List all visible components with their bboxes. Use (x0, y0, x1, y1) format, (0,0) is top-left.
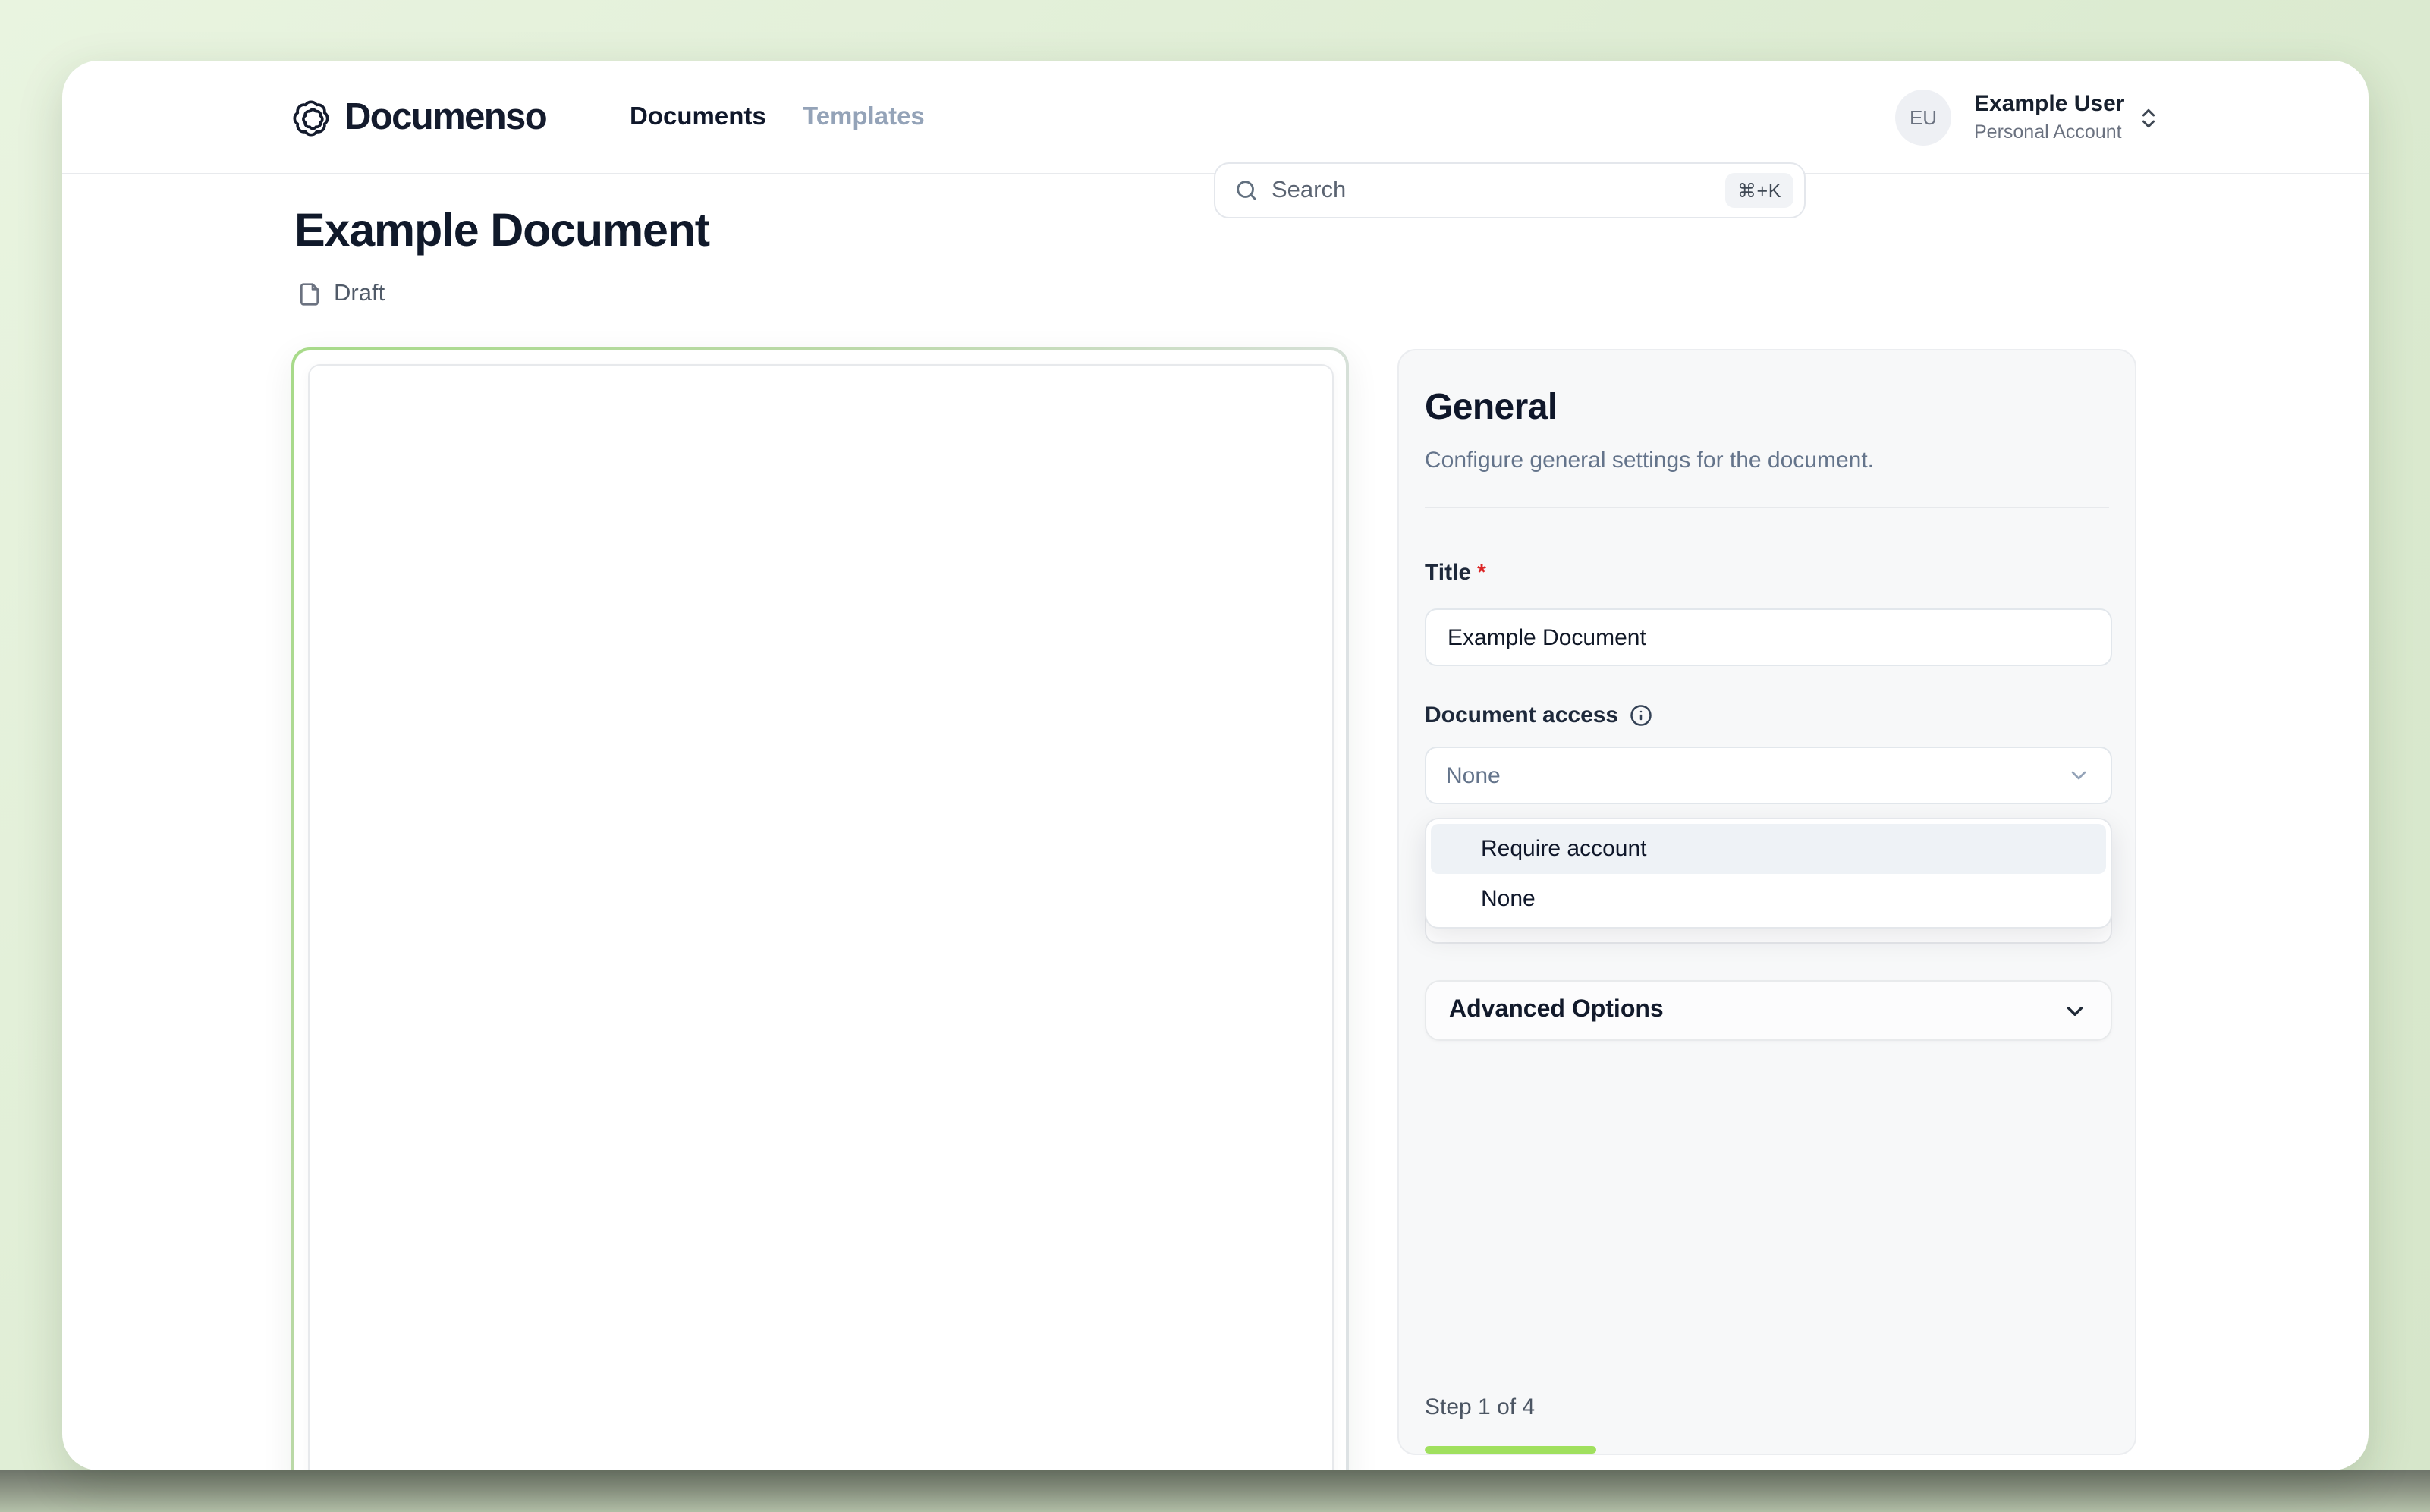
search-icon (1237, 181, 1256, 200)
chevron-down-icon (2071, 771, 2086, 780)
dropdown-option-none[interactable]: None (1431, 874, 2106, 924)
desktop-backdrop: Documenso Documents Templates ⌘+K EU (0, 0, 2430, 1512)
header: Documenso Documents Templates ⌘+K EU (62, 61, 2369, 218)
advanced-options-toggle[interactable]: Advanced Options (1425, 980, 2112, 1041)
stepper-progress-fill (1425, 1446, 1597, 1453)
dropdown-option-require-account[interactable]: Require account (1431, 824, 2106, 874)
divider (1425, 507, 2109, 508)
brand-name: Documenso (344, 96, 548, 137)
nav-item-label: Documents (630, 103, 766, 130)
advanced-options-label: Advanced Options (1449, 997, 1664, 1023)
document-access-dropdown: Require account None (1425, 818, 2112, 929)
nav-item-label: Templates (803, 103, 925, 130)
search-input[interactable] (1259, 177, 1725, 204)
title-field-label: Title * (1425, 560, 1486, 586)
nav-item-templates[interactable]: Templates (803, 61, 925, 174)
required-asterisk: * (1477, 560, 1486, 586)
stepper-progress-track (1425, 1446, 2112, 1453)
select-value: None (1446, 762, 1501, 788)
window-bottom-shadow (0, 1470, 2430, 1512)
search-shortcut-badge: ⌘+K (1724, 173, 1793, 208)
settings-panel: General Configure general settings for t… (1397, 349, 2136, 1455)
stepper-label: Step 1 of 4 (1425, 1394, 1536, 1420)
document-preview-inner (294, 350, 1346, 1470)
page-title: Example Document (294, 205, 710, 256)
chevrons-up-down-icon (2142, 108, 2155, 127)
info-icon[interactable] (1629, 704, 1652, 727)
document-preview-card (291, 347, 1349, 1470)
document-status: Draft (297, 281, 385, 308)
document-page (308, 364, 1334, 1470)
title-input[interactable] (1425, 608, 2112, 666)
app-window: Documenso Documents Templates ⌘+K EU (62, 61, 2369, 1470)
document-access-select[interactable]: None (1425, 747, 2112, 804)
search-bar[interactable]: ⌘+K (1214, 162, 1806, 218)
user-account-type: Personal Account (1974, 121, 2122, 143)
panel-title: General (1425, 387, 1558, 428)
user-menu[interactable]: EU Example User Personal Account (1895, 90, 2161, 146)
user-meta: Example User Personal Account (1974, 91, 2124, 145)
document-access-label: Document access (1425, 703, 1652, 728)
user-name: Example User (1974, 90, 2125, 117)
status-badge: Draft (334, 281, 385, 306)
brand-logo[interactable]: Documenso (291, 61, 548, 174)
avatar: EU (1895, 90, 1951, 146)
nav-item-documents[interactable]: Documents (630, 61, 766, 174)
panel-subtitle: Configure general settings for the docum… (1425, 448, 1875, 473)
documenso-logo-icon (293, 99, 329, 136)
file-icon (300, 283, 319, 306)
chevron-down-icon (2067, 1006, 2083, 1015)
